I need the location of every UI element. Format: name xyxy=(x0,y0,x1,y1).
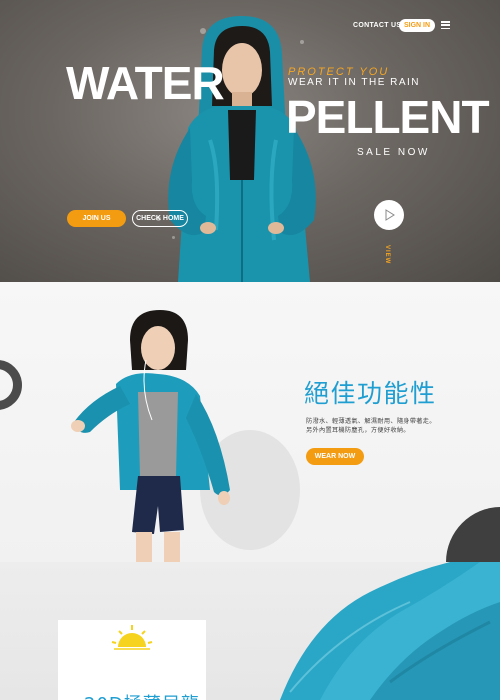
fabric-closeup-image xyxy=(280,562,500,700)
material-card-title: 20D極薄尼龍 xyxy=(84,690,200,700)
play-video-button[interactable] xyxy=(374,200,404,230)
wear-now-button[interactable]: WEAR NOW xyxy=(306,448,364,465)
sign-in-button[interactable]: SIGN IN xyxy=(399,19,435,32)
sun-icon xyxy=(111,625,153,650)
feature-section: 絕佳功能性 防潑水、輕薄透氣、解濕耐用、隨身帶著走。 另外內置耳機防塵孔，方便好… xyxy=(0,282,500,562)
contact-us-link[interactable]: CONTACT US xyxy=(353,22,401,29)
feature-description-line: 防潑水、輕薄透氣、解濕耐用、隨身帶著走。 xyxy=(306,418,436,425)
hero-subtitle: WEAR IT IN THE RAIN xyxy=(288,77,421,88)
hero-model-image xyxy=(168,16,316,282)
play-icon xyxy=(385,209,395,221)
hero-title-right: PELLENT xyxy=(286,91,490,143)
hero-banner: WATER PROTECT YOU WEAR IT IN THE RAIN PE… xyxy=(0,0,500,282)
check-home-button[interactable]: CHECK HOME xyxy=(132,210,188,227)
hero-title-left: WATER xyxy=(66,57,225,109)
join-us-button[interactable]: JOIN US xyxy=(67,210,126,227)
feature-heading: 絕佳功能性 xyxy=(304,379,437,408)
feature-description-line: 另外內置耳機防塵孔，方便好收納。 xyxy=(306,427,410,434)
hero-sale-text: SALE NOW xyxy=(357,147,430,158)
hero-vertical-text: VIEW xyxy=(384,245,390,265)
feature-model-image xyxy=(71,310,300,562)
hamburger-menu-icon[interactable] xyxy=(441,21,450,30)
material-card: 20D極薄尼龍 xyxy=(58,620,206,700)
decorative-ring xyxy=(0,360,22,410)
material-section: 20D極薄尼龍 xyxy=(0,562,500,700)
decorative-circle xyxy=(446,507,500,562)
